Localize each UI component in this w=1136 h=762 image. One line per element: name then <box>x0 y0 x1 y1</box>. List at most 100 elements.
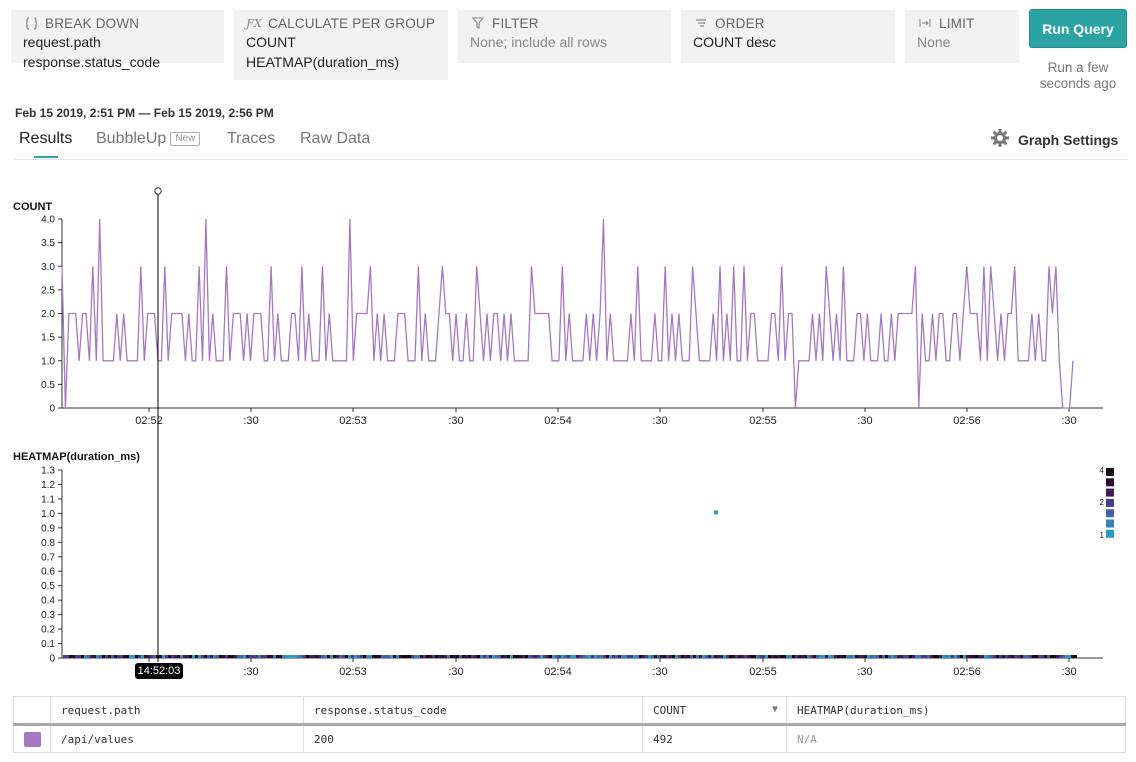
heatmap-cell <box>579 655 582 658</box>
heatmap-cell <box>654 655 657 658</box>
heatmap-cell <box>1011 655 1014 658</box>
table-header-row: request.path response.status_code COUNT ▼… <box>13 696 1126 726</box>
heatmap-cell <box>906 655 909 658</box>
column-header-request-path[interactable]: request.path <box>50 696 304 726</box>
heatmap-cell <box>672 655 675 658</box>
heatmap-cell <box>957 655 960 658</box>
heatmap-cell <box>459 655 462 658</box>
heatmap-cell <box>1038 655 1041 658</box>
graph-settings-button[interactable]: Graph Settings <box>990 128 1118 151</box>
heatmap-cell <box>777 655 780 658</box>
heatmap-cell <box>105 655 108 658</box>
heatmap-legend-swatch <box>1106 478 1114 487</box>
tab-raw-data[interactable]: Raw Data <box>300 129 370 159</box>
heatmap-cell <box>108 655 111 658</box>
heatmap-cell <box>591 655 594 658</box>
heatmap-cell <box>708 655 711 658</box>
heatmap-cell <box>687 655 690 658</box>
heatmap-cell <box>84 655 87 658</box>
heatmap-y-tick-label: 0.6 <box>41 567 55 578</box>
count-y-tick-label: 4.0 <box>41 215 55 226</box>
heatmap-cell <box>384 655 387 658</box>
heatmap-cell <box>465 655 468 658</box>
heatmap-cell <box>498 655 501 658</box>
heatmap-cell <box>354 655 357 658</box>
heatmap-cell <box>621 655 624 658</box>
heatmap-cell <box>210 655 213 658</box>
count-x-tick-label: :30 <box>448 415 463 427</box>
heatmap-cell <box>630 655 633 658</box>
heatmap-cell <box>834 655 837 658</box>
heatmap-cell <box>114 655 117 658</box>
count-y-tick-label: 1.5 <box>41 333 55 344</box>
heatmap-cell <box>1041 655 1044 658</box>
heatmap-cell <box>840 655 843 658</box>
calculate-section[interactable]: ƒx CALCULATE PER GROUP COUNT HEATMAP(dur… <box>234 10 448 80</box>
heatmap-x-tick-label: 02:56 <box>953 666 981 678</box>
heatmap-x-tick-label: :30 <box>652 666 667 678</box>
heatmap-cell <box>780 655 783 658</box>
order-section[interactable]: ORDER COUNT desc <box>681 10 895 63</box>
heatmap-cell <box>606 655 609 658</box>
tab-results[interactable]: Results <box>19 129 72 159</box>
heatmap-cell <box>426 655 429 658</box>
cell-request-path: /api/values <box>50 724 304 753</box>
heatmap-cell <box>900 655 903 658</box>
heatmap-cell <box>153 655 156 658</box>
calculate-title: CALCULATE PER GROUP <box>268 15 436 31</box>
heatmap-cell <box>528 655 531 658</box>
column-header-status-code[interactable]: response.status_code <box>303 696 643 726</box>
heatmap-cell <box>1029 655 1032 658</box>
heatmap-cell <box>492 655 495 658</box>
heatmap-cell <box>732 655 735 658</box>
cursor-handle-icon <box>154 187 162 195</box>
heatmap-cell <box>783 655 786 658</box>
heatmap-cell <box>801 655 804 658</box>
table-row[interactable]: /api/values 200 492 N/A <box>13 724 1126 753</box>
column-header-heatmap[interactable]: HEATMAP(duration_ms) <box>786 696 1126 726</box>
heatmap-cell <box>795 655 798 658</box>
heatmap-cell <box>69 655 72 658</box>
heatmap-cell <box>297 655 300 658</box>
heatmap-cell <box>378 655 381 658</box>
breakdown-section[interactable]: ·· BREAK DOWN request.path response.stat… <box>11 10 224 70</box>
heatmap-cell <box>870 655 873 658</box>
limit-section[interactable]: LIMIT None <box>905 10 1019 63</box>
heatmap-cell <box>909 655 912 658</box>
heatmap-y-tick-label: 0.5 <box>41 581 55 592</box>
heatmap-cell <box>351 655 354 658</box>
heatmap-cell <box>750 655 753 658</box>
heatmap-cell <box>81 655 84 658</box>
heatmap-cell <box>159 655 162 658</box>
count-x-tick-label: :30 <box>243 415 258 427</box>
heatmap-cell <box>375 655 378 658</box>
tab-traces[interactable]: Traces <box>227 129 275 159</box>
tab-bubbleup[interactable]: BubbleUp New <box>96 129 201 159</box>
heatmap-cell <box>93 655 96 658</box>
heatmap-cell <box>144 655 147 658</box>
heatmap-cell <box>324 655 327 658</box>
heatmap-cell <box>1026 655 1029 658</box>
run-query-button[interactable]: Run Query <box>1029 9 1127 48</box>
heatmap-cell <box>252 655 255 658</box>
heatmap-cell <box>147 655 150 658</box>
heatmap-cell <box>891 655 894 658</box>
heatmap-cell <box>336 655 339 658</box>
heatmap-cell <box>183 655 186 658</box>
heatmap-cell <box>489 655 492 658</box>
filter-section[interactable]: FILTER None; include all rows <box>458 10 671 63</box>
heatmap-cell <box>189 655 192 658</box>
heatmap-cell <box>615 655 618 658</box>
filter-icon <box>470 16 486 30</box>
charts-area[interactable]: 4.0 3.5 3.0 2.5 2.0 1.5 1.0 0.5 0 02:52:30 02:53:3… <box>0 180 1136 680</box>
tab-label: BubbleUp <box>96 130 167 147</box>
gear-icon <box>990 128 1010 151</box>
heatmap-x-tick-label: 02:53 <box>339 666 367 678</box>
heatmap-cell <box>1008 655 1011 658</box>
column-header-count[interactable]: COUNT ▼ <box>642 696 787 726</box>
heatmap-cell <box>585 655 588 658</box>
heatmap-cell <box>273 655 276 658</box>
heatmap-cell <box>639 655 642 658</box>
series-color-swatch[interactable] <box>24 731 41 747</box>
heatmap-cell <box>567 655 570 658</box>
